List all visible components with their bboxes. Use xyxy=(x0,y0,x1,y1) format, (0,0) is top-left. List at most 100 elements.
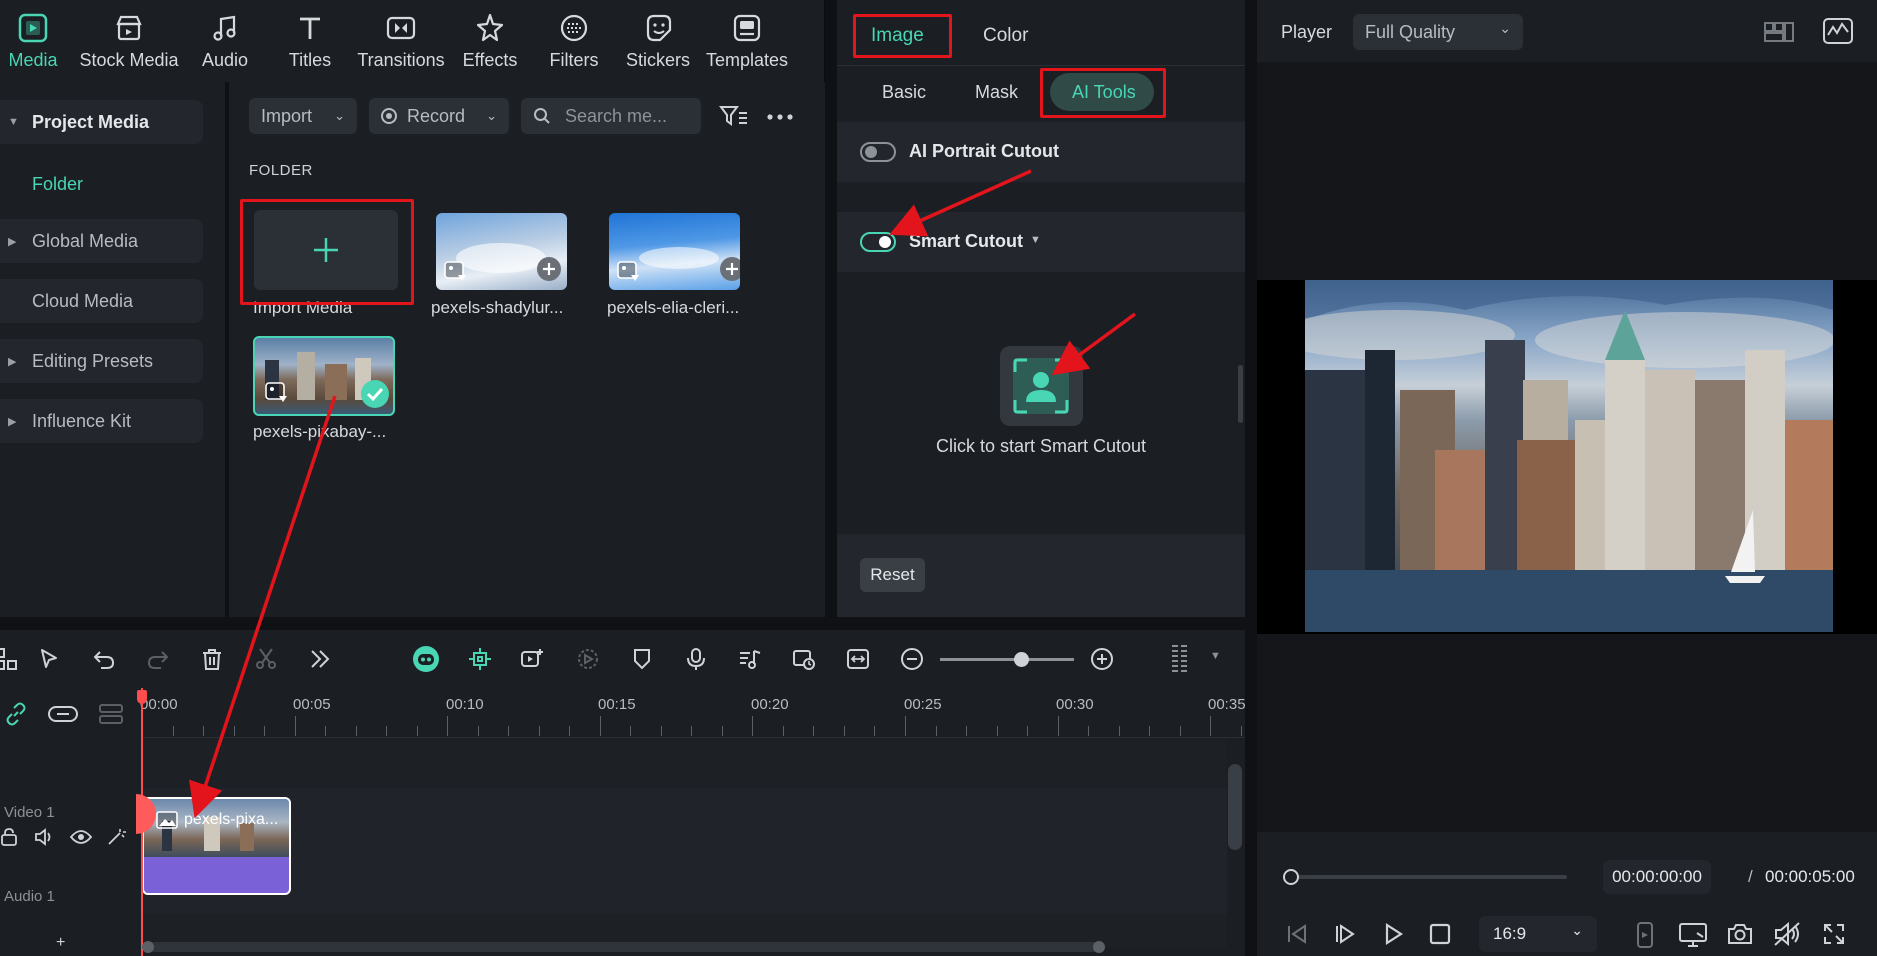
smart-cutout-row: Smart Cutout ▼ xyxy=(837,212,1245,272)
checkmark-icon xyxy=(361,380,389,408)
auto-snap-icon[interactable] xyxy=(468,647,492,671)
media-item-label: pexels-shadylur... xyxy=(431,298,564,317)
playhead-handle[interactable] xyxy=(1283,869,1299,885)
select-pointer-icon[interactable] xyxy=(38,647,62,671)
microphone-icon[interactable] xyxy=(684,647,708,671)
grid-layout-icon[interactable] xyxy=(1764,20,1794,44)
waveform-monitor-icon[interactable] xyxy=(1823,18,1853,44)
fullscreen-icon[interactable] xyxy=(1823,923,1845,945)
properties-scrollbar[interactable] xyxy=(1238,365,1243,423)
player-title: Player xyxy=(1281,22,1333,42)
track-density-icon[interactable] xyxy=(1168,644,1192,674)
reset-button[interactable]: Reset xyxy=(860,558,925,592)
zoom-slider-handle[interactable] xyxy=(1014,652,1029,667)
play-icon[interactable] xyxy=(1381,922,1405,946)
link-chain-icon[interactable] xyxy=(4,702,28,726)
zoom-out-icon[interactable] xyxy=(900,647,924,671)
cloud-shape xyxy=(639,247,719,269)
stop-icon[interactable] xyxy=(1429,923,1451,945)
media-thumbnail[interactable] xyxy=(609,213,740,290)
layout-grid-icon[interactable] xyxy=(0,647,18,671)
smart-cutout-toggle[interactable] xyxy=(860,232,896,252)
playback-progress-track[interactable] xyxy=(1287,875,1567,879)
sidebar-item-cloud-media[interactable]: Cloud Media xyxy=(0,279,203,323)
add-track-plus[interactable]: + xyxy=(56,934,65,952)
ai-copilot-icon[interactable] xyxy=(412,645,440,673)
group-link-icon[interactable] xyxy=(48,702,78,726)
undo-icon[interactable] xyxy=(92,647,116,671)
ruler-tick-label: 00:25 xyxy=(904,696,942,713)
media-thumbnail-selected[interactable] xyxy=(253,336,395,416)
snapshot-phone-icon[interactable] xyxy=(1635,922,1655,948)
delete-trash-icon[interactable] xyxy=(200,647,224,671)
track-magic-wand-icon[interactable] xyxy=(106,828,126,846)
timeline-tracks xyxy=(142,738,1227,948)
clip-label: pexels-pixa... xyxy=(184,811,279,828)
add-to-timeline-icon[interactable] xyxy=(537,257,561,281)
zoom-slider-track[interactable] xyxy=(940,658,1074,661)
subtab-mask[interactable]: Mask xyxy=(975,82,1018,103)
track-volume-icon[interactable] xyxy=(34,828,54,846)
track-lock-icon[interactable] xyxy=(0,828,18,846)
add-to-timeline-icon[interactable] xyxy=(720,257,740,281)
toolbar-stock-media[interactable]: Stock Media xyxy=(79,12,179,71)
fit-width-icon[interactable] xyxy=(846,647,870,671)
ai-portrait-toggle[interactable] xyxy=(860,142,896,162)
media-search-input[interactable]: Search me... xyxy=(521,98,701,134)
more-options-icon[interactable] xyxy=(767,112,793,122)
more-tools-chevron-icon[interactable] xyxy=(308,647,332,671)
quality-dropdown[interactable]: Full Quality ⌄ xyxy=(1353,14,1523,50)
toolbar-templates[interactable]: Templates xyxy=(696,12,798,71)
smart-cutout-start-button[interactable] xyxy=(1000,346,1083,426)
empty-track-lane xyxy=(142,738,1227,788)
prev-frame-icon[interactable] xyxy=(1285,922,1309,946)
timeline-vertical-scrollbar[interactable] xyxy=(1228,764,1242,850)
toolbar-stickers[interactable]: Stickers xyxy=(608,12,708,71)
scrollbar-handle-right[interactable] xyxy=(1093,941,1105,953)
annotation-box-import xyxy=(240,199,414,305)
audio-mix-icon[interactable] xyxy=(738,647,762,671)
player-header: Player Full Quality ⌄ xyxy=(1257,0,1877,62)
playhead-handle-top[interactable] xyxy=(137,690,147,704)
timeline-ruler[interactable]: 00:00 00:05 00:10 00:15 00:20 00:25 00:3… xyxy=(140,688,1246,738)
current-time-field[interactable]: 00:00:00:00 xyxy=(1603,860,1711,894)
filter-sort-icon[interactable] xyxy=(719,104,749,130)
import-dropdown[interactable]: Import ⌄ xyxy=(249,98,357,134)
sidebar-item-influence-kit[interactable]: ▶ Influence Kit xyxy=(0,399,203,443)
split-scissors-icon[interactable] xyxy=(254,647,278,671)
speed-clip-icon[interactable] xyxy=(792,647,816,671)
sidebar-item-folder[interactable]: Folder xyxy=(0,162,203,206)
caret-down-icon[interactable]: ▼ xyxy=(1210,650,1221,662)
caret-down-icon[interactable]: ▼ xyxy=(1030,234,1041,246)
track-visibility-eye-icon[interactable] xyxy=(70,829,92,845)
zoom-in-icon[interactable] xyxy=(1090,647,1114,671)
scrollbar-handle-left[interactable] xyxy=(142,941,154,953)
display-monitor-icon[interactable] xyxy=(1679,922,1707,948)
media-thumbnail[interactable] xyxy=(436,213,567,290)
timeline-horizontal-scrollbar[interactable] xyxy=(148,942,1102,952)
image-type-icon xyxy=(265,382,287,402)
toolbar-transitions[interactable]: Transitions xyxy=(350,12,452,71)
video-clip[interactable]: pexels-pixa... xyxy=(142,797,291,895)
marker-shield-icon[interactable] xyxy=(630,647,654,671)
camera-icon[interactable] xyxy=(1727,922,1753,946)
record-dropdown[interactable]: Record ⌄ xyxy=(369,98,509,134)
tab-color[interactable]: Color xyxy=(983,25,1028,47)
smart-cutout-hint: Click to start Smart Cutout xyxy=(935,436,1147,456)
render-preview-icon[interactable] xyxy=(576,647,600,671)
sidebar-item-project-media[interactable]: ▼ Project Media xyxy=(0,100,203,144)
properties-footer: Reset xyxy=(837,534,1245,617)
redo-icon[interactable] xyxy=(146,647,170,671)
player-panel: Player Full Quality ⌄ 00:00:00:00 / 00:0… xyxy=(1257,0,1877,956)
volume-mute-icon[interactable] xyxy=(1773,921,1801,947)
sidebar-item-editing-presets[interactable]: ▶ Editing Presets xyxy=(0,339,203,383)
aspect-ratio-dropdown[interactable]: 16:9 ⌄ xyxy=(1479,916,1597,952)
toolbar-media[interactable]: Media xyxy=(0,12,83,71)
stickers-icon xyxy=(646,14,672,42)
sidebar-item-global-media[interactable]: ▶ Global Media xyxy=(0,219,203,263)
subtab-basic[interactable]: Basic xyxy=(882,82,926,103)
add-track-icon[interactable] xyxy=(98,702,124,726)
media-add-icon[interactable] xyxy=(520,647,544,671)
toolbar-titles[interactable]: Titles xyxy=(260,12,360,71)
next-frame-icon[interactable] xyxy=(1333,922,1357,946)
